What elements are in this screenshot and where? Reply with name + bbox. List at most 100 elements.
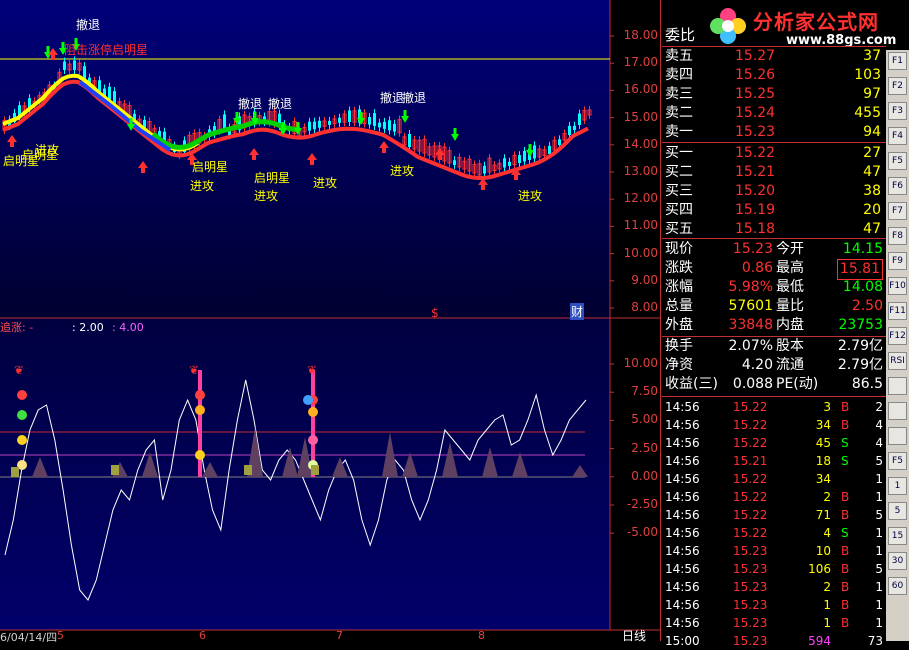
stat-label: PE(动) — [776, 376, 819, 392]
signal-ball-icon — [17, 390, 27, 400]
marker-s[interactable]: $ — [431, 306, 439, 320]
tick-row: 14:56 15.23 1 B 1 — [663, 596, 885, 614]
stat-label: 收益(三) — [665, 376, 718, 392]
ask-row[interactable]: 卖四 15.26 103 — [663, 66, 885, 85]
toolbar-button[interactable]: 5 — [888, 502, 907, 520]
toolbar-button[interactable] — [888, 402, 907, 420]
toolbar-button[interactable]: F8 — [888, 227, 907, 245]
ask-label: 卖二 — [665, 105, 693, 121]
sub-axis-tick: -5.00 — [626, 525, 658, 540]
toolbar-button[interactable]: F4 — [888, 127, 907, 145]
tick-price: 15.23 — [733, 580, 768, 594]
toolbar-button[interactable]: RSI — [888, 352, 907, 370]
annot-retreat: 撤退 — [268, 97, 293, 111]
toolbar-button[interactable]: F9 — [888, 252, 907, 270]
toolbar-button[interactable] — [888, 427, 907, 445]
tick-time: 14:56 — [665, 544, 700, 558]
stat-row: 换手 2.07% 股本 2.79亿 — [663, 337, 885, 356]
tick-price: 15.22 — [733, 490, 768, 504]
toolbar-button[interactable]: 1 — [888, 477, 907, 495]
candle-body — [503, 158, 506, 168]
annot-morning-star: 启明星 — [254, 171, 291, 185]
tick-count: 2 — [875, 400, 883, 414]
bid-row[interactable]: 买三 15.20 38 — [663, 182, 885, 201]
sub-param1: : 2.00 — [72, 321, 104, 334]
bid-row[interactable]: 买一 15.22 27 — [663, 144, 885, 163]
candle-body — [408, 134, 411, 147]
stat-label: 今开 — [776, 241, 804, 257]
period-label[interactable]: 日线 — [622, 627, 646, 644]
stat-value: 14.08 — [842, 279, 883, 295]
annot-retreat: 撤退 — [76, 18, 101, 32]
candle-body — [373, 113, 376, 126]
stat-label: 总量 — [665, 298, 693, 314]
price-tick: 18.00 — [623, 28, 658, 42]
toolbar-button[interactable]: F12 — [888, 327, 907, 345]
butterfly-icon: ❦ — [14, 363, 24, 377]
toolbar-button[interactable]: F5 — [888, 452, 907, 470]
tick-price: 15.22 — [733, 526, 768, 540]
signal-ball-icon — [195, 390, 205, 400]
toolbar-button[interactable]: F2 — [888, 77, 907, 95]
annot-attack: 进攻 — [254, 189, 279, 203]
signal-square — [111, 465, 119, 475]
bid-vol: 47 — [863, 221, 881, 237]
tick-price: 15.22 — [733, 418, 768, 432]
stat-value: 0.86 — [741, 260, 773, 276]
tick-row: 14:56 15.23 2 B 1 — [663, 578, 885, 596]
ask-label: 卖一 — [665, 124, 693, 140]
stat-value: 0.088 — [732, 376, 773, 392]
bid-row[interactable]: 买五 15.18 47 — [663, 220, 885, 239]
stat-label: 流通 — [776, 357, 804, 373]
ask-row[interactable]: 卖五 15.27 37 — [663, 47, 885, 66]
sub-axis-tick: 10.00 — [623, 356, 658, 370]
toolbar-button[interactable]: 60 — [888, 577, 907, 595]
stat-label: 最低 — [776, 279, 804, 295]
toolbar-button[interactable]: F7 — [888, 202, 907, 220]
toolbar-button[interactable]: F3 — [888, 102, 907, 120]
tick-vol: 34 — [815, 418, 831, 432]
signal-bar — [198, 370, 202, 477]
price-tick: 16.00 — [623, 82, 658, 97]
tick-side: B — [841, 418, 850, 432]
stat-label: 外盘 — [665, 317, 693, 333]
tick-time: 14:56 — [665, 580, 700, 594]
toolbar-button[interactable]: F6 — [888, 177, 907, 195]
toolbar-button[interactable] — [888, 377, 907, 395]
tick-count: 73 — [867, 634, 883, 648]
toolbar-button[interactable]: F10 — [888, 277, 907, 295]
butterfly-icon: ❦ — [307, 363, 317, 377]
bid-row[interactable]: 买四 15.19 20 — [663, 201, 885, 220]
candle-body — [453, 160, 456, 165]
annot-attack: 进攻 — [390, 164, 415, 178]
tick-time: 15:00 — [665, 634, 700, 648]
ask-row[interactable]: 卖一 15.23 94 — [663, 123, 885, 142]
marker-cai[interactable]: 财 — [570, 303, 585, 320]
tick-side: B — [841, 598, 850, 612]
toolbar-button[interactable]: F5 — [888, 152, 907, 170]
toolbar-button[interactable]: F11 — [888, 302, 907, 320]
tick-count: 5 — [875, 454, 883, 468]
candle-body — [368, 117, 371, 125]
annot-attack: 进攻 — [313, 176, 338, 190]
tick-price: 15.22 — [733, 436, 768, 450]
tick-row: 14:56 15.23 10 B 1 — [663, 542, 885, 560]
ask-row[interactable]: 卖二 15.24 455 — [663, 104, 885, 123]
tick-price: 15.23 — [733, 544, 768, 558]
tick-side: S — [841, 454, 849, 468]
ask-vol: 103 — [854, 67, 881, 83]
bid-row[interactable]: 买二 15.21 47 — [663, 163, 885, 182]
price-tick: 17.00 — [623, 55, 658, 70]
stat-label: 最高 — [776, 260, 804, 276]
toolbar-button[interactable]: 30 — [888, 552, 907, 570]
candle-body — [383, 121, 386, 129]
candle-body — [348, 110, 351, 123]
ask-row[interactable]: 卖三 15.25 97 — [663, 85, 885, 104]
stat-value: 86.5 — [851, 376, 883, 392]
annot-morning-star: 启明星 — [192, 160, 229, 174]
signal-square — [311, 465, 319, 475]
toolbar-button[interactable]: 15 — [888, 527, 907, 545]
stat-value: 57601 — [728, 298, 773, 314]
tick-vol: 1 — [823, 616, 831, 630]
toolbar-button[interactable]: F1 — [888, 52, 907, 70]
